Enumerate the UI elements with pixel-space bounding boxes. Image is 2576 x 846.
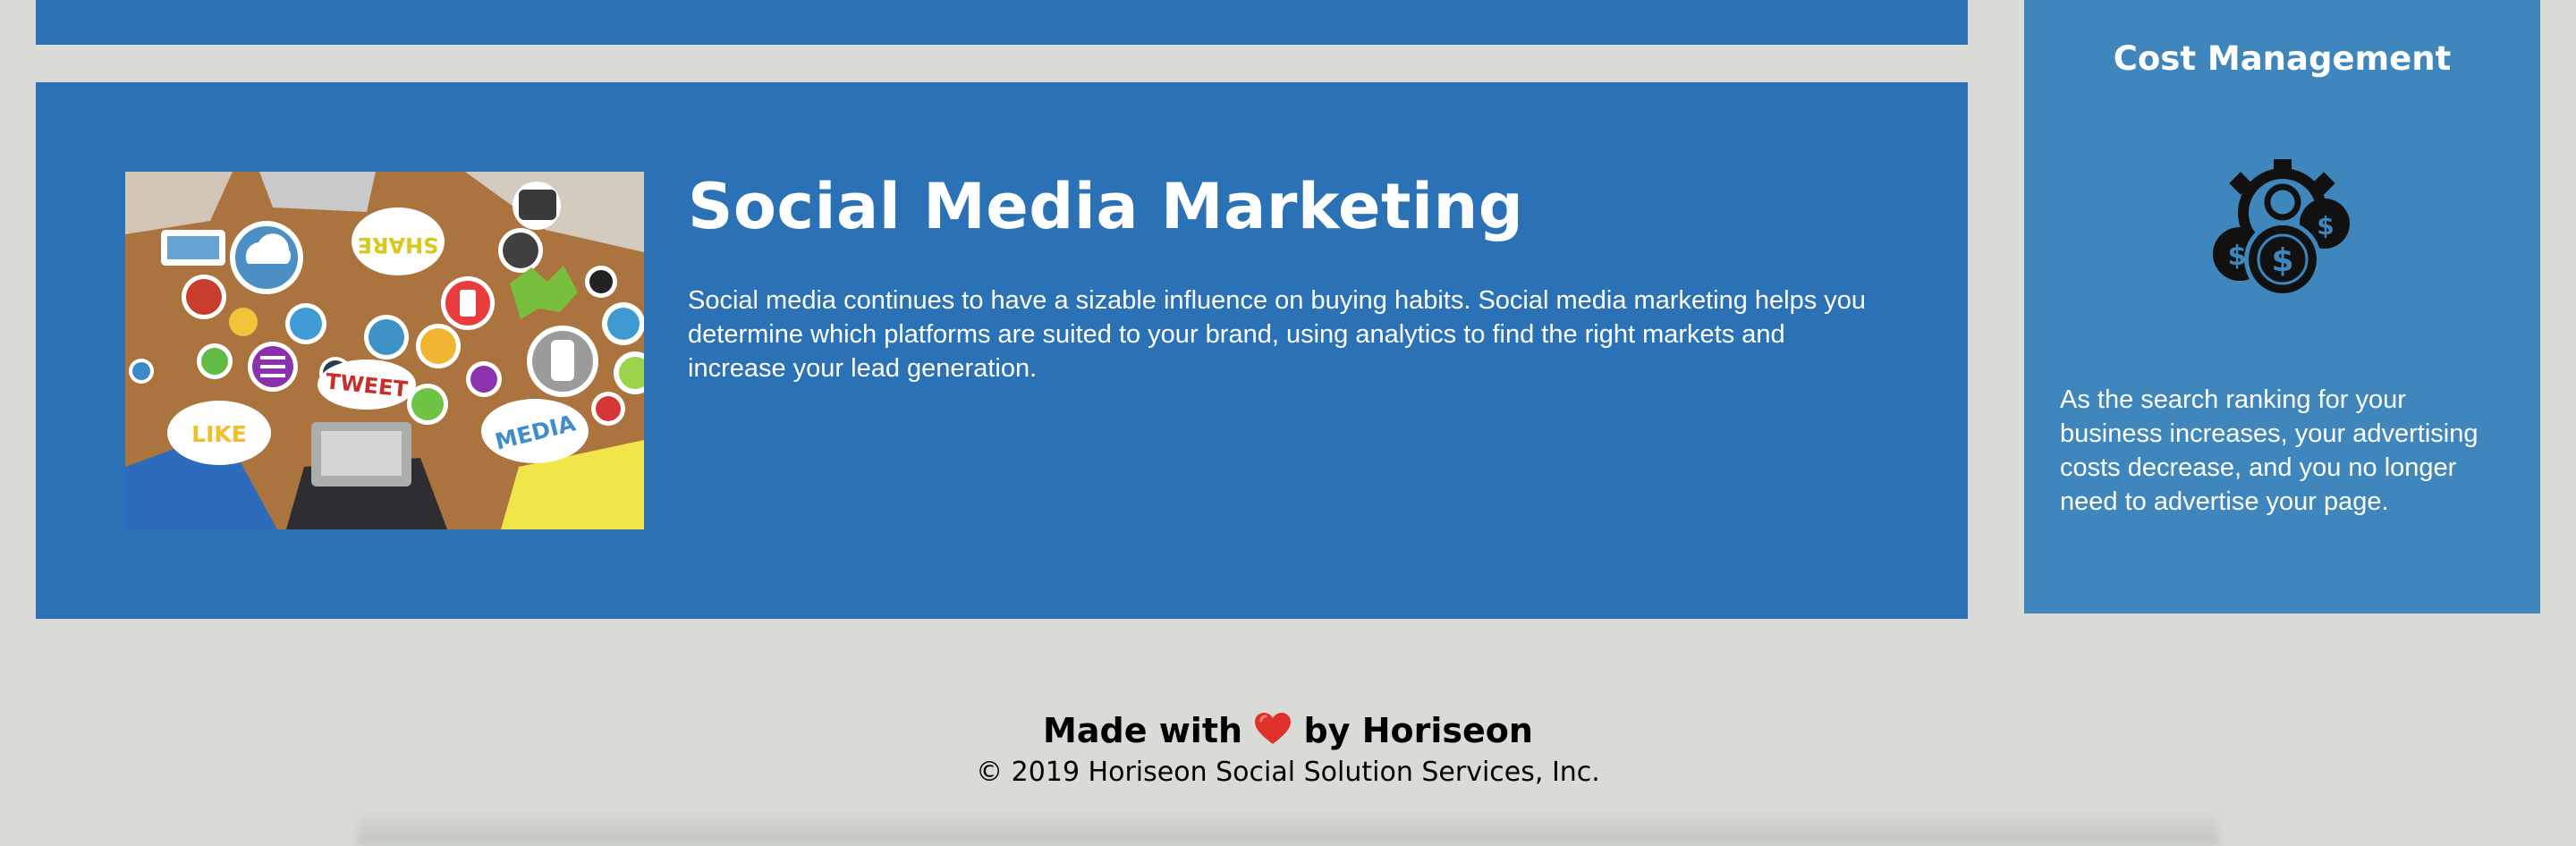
social-media-marketing-section: SHARE TWEET LIKE MEDIA Social Media Mark… bbox=[36, 82, 1968, 619]
footer-shadow bbox=[358, 809, 2218, 846]
svg-text:$: $ bbox=[2228, 241, 2247, 272]
social-media-marketing-image: SHARE TWEET LIKE MEDIA bbox=[125, 172, 644, 529]
made-with-suffix: by Horiseon bbox=[1303, 711, 1533, 750]
made-with-prefix: Made with bbox=[1043, 711, 1243, 750]
previous-content-card bbox=[36, 0, 1968, 45]
heart-icon bbox=[1255, 713, 1292, 744]
image-like-label: LIKE bbox=[191, 421, 247, 447]
cost-management-heading: Cost Management bbox=[2113, 39, 2452, 78]
svg-text:$: $ bbox=[2271, 242, 2293, 279]
svg-text:$: $ bbox=[2317, 211, 2334, 241]
cost-management-description: As the search ranking for your business … bbox=[2060, 385, 2479, 516]
copyright-text: © 2019 Horiseon Social Solution Services… bbox=[976, 757, 1600, 788]
social-media-marketing-heading: Social Media Marketing bbox=[688, 170, 1524, 243]
page: SHARE TWEET LIKE MEDIA Social Media Mark… bbox=[0, 0, 2576, 846]
page-footer: Made with by Horiseon © 2019 Horiseon So… bbox=[0, 706, 2576, 791]
social-media-illustration: SHARE TWEET LIKE MEDIA bbox=[125, 172, 644, 529]
social-media-marketing-description: Social media continues to have a sizable… bbox=[688, 286, 1867, 383]
cost-management-icon: $ $ $ bbox=[2213, 159, 2350, 298]
image-share-label: SHARE bbox=[358, 233, 439, 258]
made-with-heading: Made with by Horiseon bbox=[0, 706, 2576, 755]
cost-management-card: Cost Management $ $ $ As the search rank… bbox=[2024, 0, 2540, 613]
